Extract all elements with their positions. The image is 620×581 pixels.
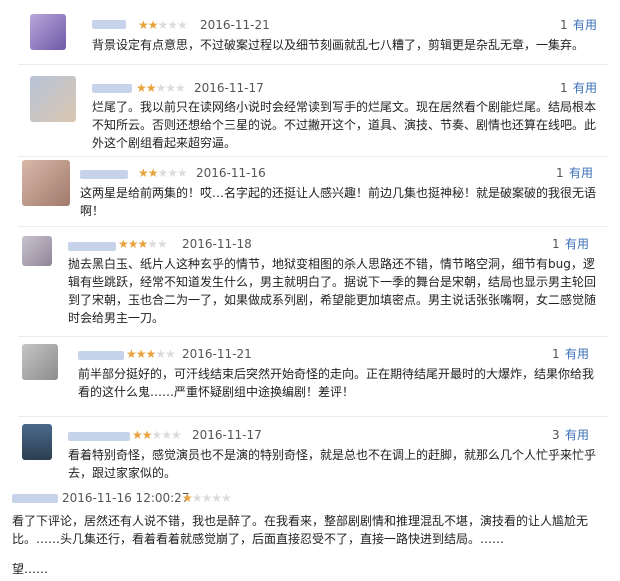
- review-date: 2016-11-16 12:00:27: [62, 491, 190, 505]
- useful-button[interactable]: 有用: [573, 81, 597, 95]
- useful-button[interactable]: 有用: [565, 237, 589, 251]
- useful-count: 1: [552, 237, 560, 251]
- divider: [18, 226, 608, 227]
- username[interactable]: [78, 351, 124, 360]
- useful-button[interactable]: 有用: [565, 347, 589, 361]
- rating-stars: ★★★★★: [138, 166, 188, 180]
- divider: [18, 64, 608, 65]
- avatar[interactable]: [22, 424, 52, 460]
- review-date: 2016-11-18: [182, 237, 252, 251]
- review-date: 2016-11-16: [196, 166, 266, 180]
- review-date: 2016-11-21: [200, 18, 270, 32]
- useful-count: 1: [560, 18, 568, 32]
- review-date: 2016-11-17: [194, 81, 264, 95]
- review-text: 前半部分挺好的，可汗线结束后突然开始奇怪的走向。正在期待结尾开最时的大爆炸，结果…: [78, 367, 595, 399]
- username[interactable]: [12, 494, 58, 503]
- rating-stars: ★★★★★: [126, 347, 176, 361]
- review-text: 这两星是给前两集的！哎…名字起的还挺让人感兴趣！前边几集也挺神秘！就是破案破的我…: [80, 186, 597, 218]
- username[interactable]: [92, 84, 132, 93]
- review-date: 2016-11-21: [182, 347, 252, 361]
- rating-stars: ★★★★★: [136, 81, 186, 95]
- username[interactable]: [80, 170, 128, 179]
- username[interactable]: [68, 242, 116, 251]
- review-page: { "reviews": [ { "date": "2016-11-21", "…: [0, 0, 620, 581]
- avatar[interactable]: [30, 14, 66, 50]
- divider: [18, 156, 608, 157]
- useful-button[interactable]: 有用: [573, 18, 597, 32]
- username[interactable]: [92, 20, 126, 29]
- useful-count: 3: [552, 428, 560, 442]
- divider: [18, 336, 608, 337]
- avatar[interactable]: [22, 344, 58, 380]
- useful-count: 1: [552, 347, 560, 361]
- useful-count: 1: [556, 166, 564, 180]
- rating-stars: ★★★★★: [118, 237, 168, 251]
- review-text: 背景设定有点意思，不过破案过程以及细节刻画就乱七八糟了，剪辑更是杂乱无章，一集弃…: [92, 38, 585, 52]
- rating-stars: ★★★★★: [182, 491, 232, 505]
- username[interactable]: [68, 432, 130, 441]
- review-text: 看了下评论，居然还有人说不错，我也是醉了。在我看来，整部剧剧情和推理混乱不堪，演…: [12, 514, 589, 546]
- useful-count: 1: [560, 81, 568, 95]
- avatar[interactable]: [30, 76, 76, 122]
- rating-stars: ★★★★★: [132, 428, 182, 442]
- useful-button[interactable]: 有用: [569, 166, 593, 180]
- review-text: 看着特别奇怪，感觉演员也不是演的特别奇怪，就是总也不在调上的赶脚，就那么几个人忙…: [68, 448, 597, 480]
- review-text: 烂尾了。我以前只在读网络小说时会经常读到写手的烂尾文。现在居然看个剧能烂尾。结局…: [92, 100, 597, 150]
- review-date: 2016-11-17: [192, 428, 262, 442]
- avatar[interactable]: [22, 160, 70, 206]
- review-text: 抛去黑白玉、纸片人这种玄乎的情节，地狱变相图的杀人思路还不错，情节略空洞，细节有…: [68, 257, 597, 325]
- divider: [18, 416, 608, 417]
- review-text-tail: 望……: [12, 562, 49, 576]
- useful-button[interactable]: 有用: [565, 428, 589, 442]
- avatar[interactable]: [22, 236, 52, 266]
- rating-stars: ★★★★★: [138, 18, 188, 32]
